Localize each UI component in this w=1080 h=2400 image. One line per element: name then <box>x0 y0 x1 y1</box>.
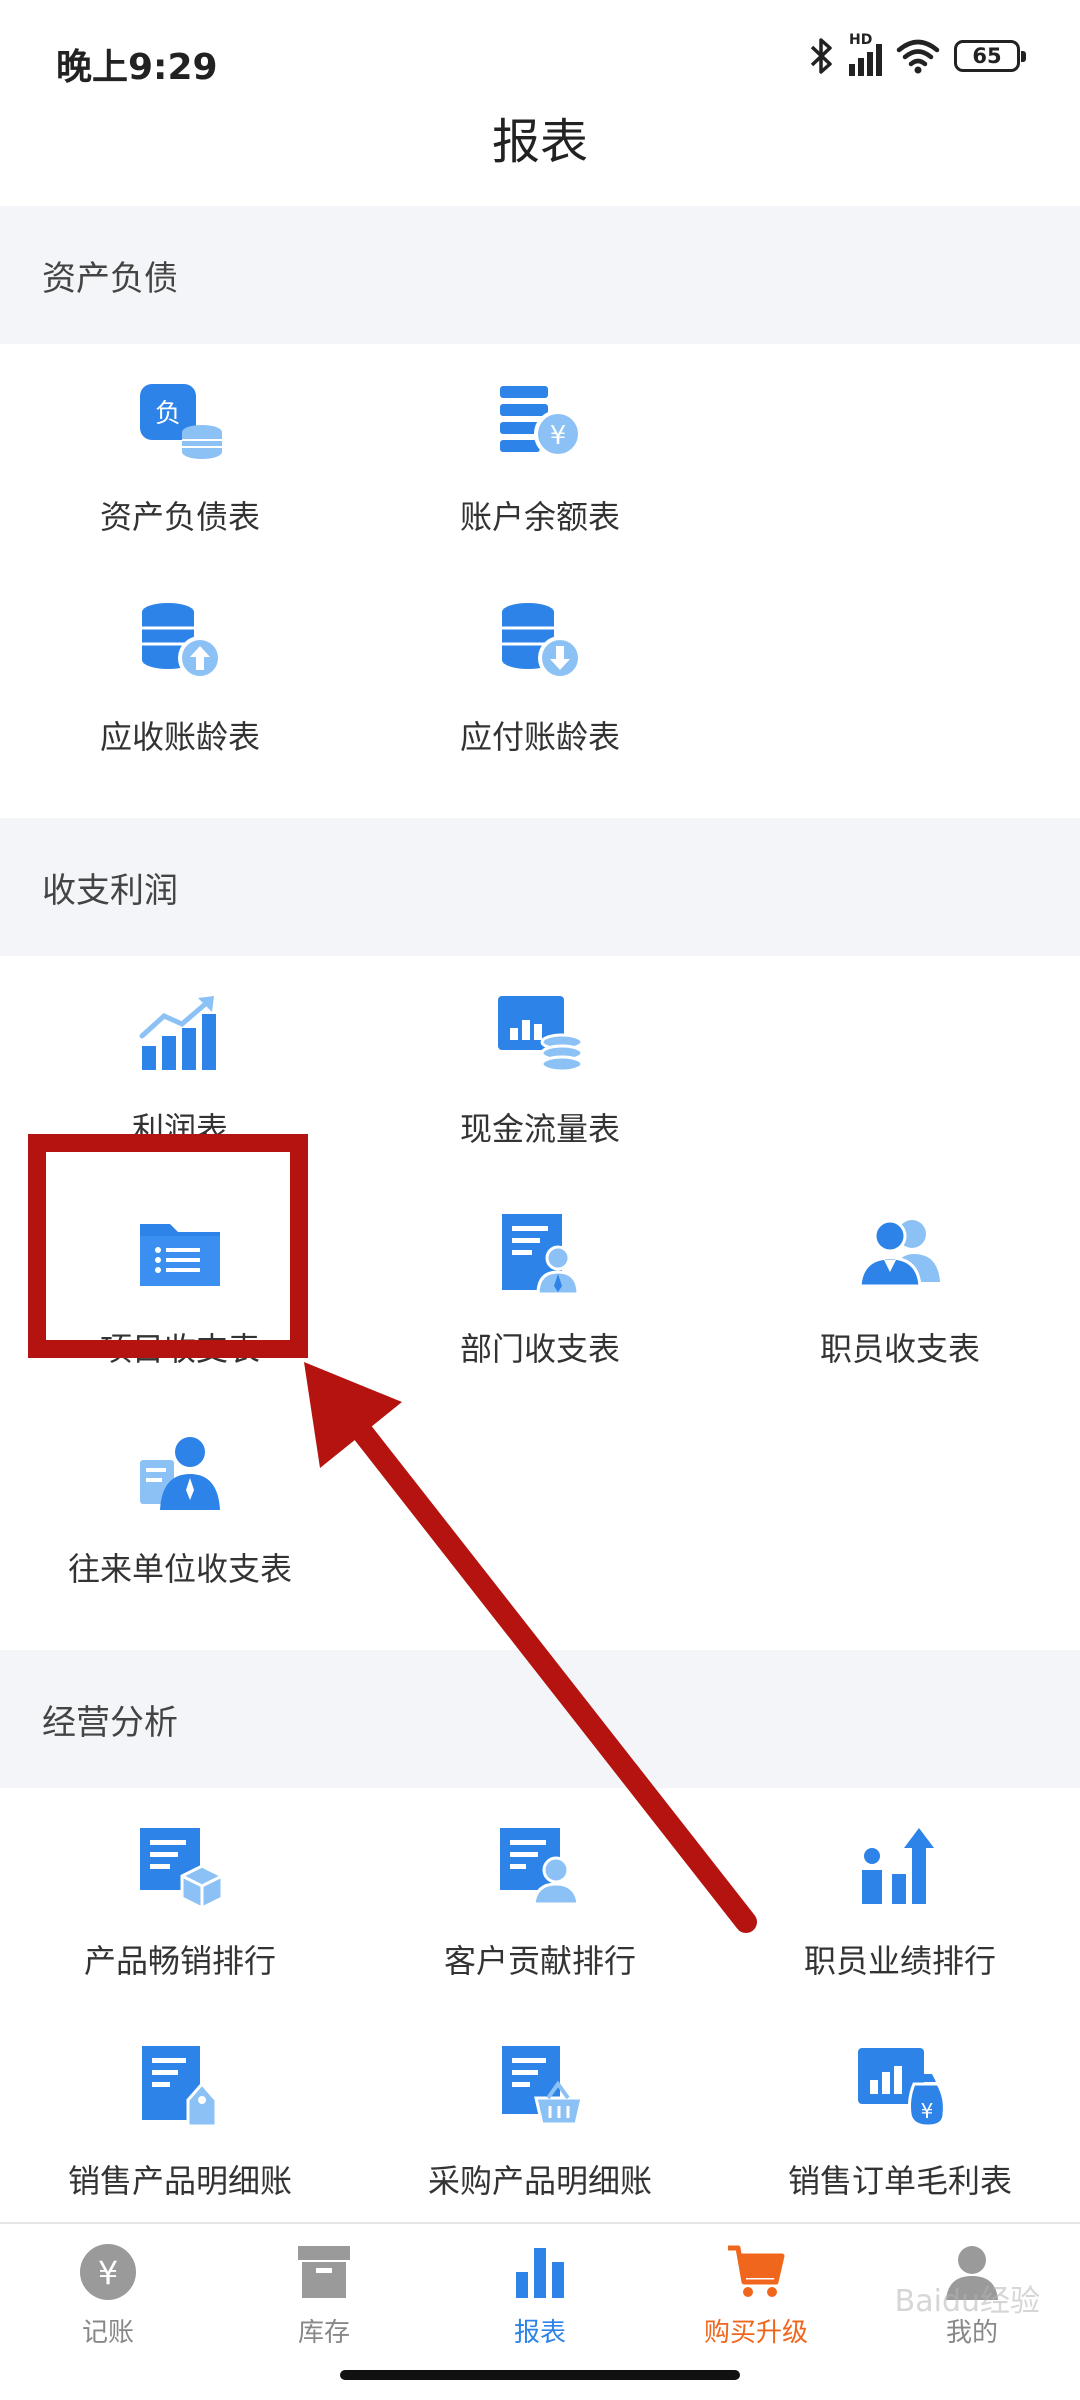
report-item-staff-income[interactable]: 职员收支表 <box>720 1200 1080 1420</box>
home-indicator[interactable] <box>340 2370 740 2380</box>
inventory-box-icon <box>298 2246 350 2298</box>
receivable-up-icon <box>132 594 228 690</box>
payable-down-icon <box>492 594 588 690</box>
staff-performance-icon <box>852 1818 948 1914</box>
report-label: 应付账龄表 <box>459 718 620 756</box>
svg-text:¥: ¥ <box>98 2254 118 2292</box>
product-box-icon <box>132 1818 228 1914</box>
section-business: 产品畅销排行 客户贡献排行 职员业绩排行 销售产品明细账 采购产品明细账 ¥ 销… <box>0 1788 1080 2222</box>
section-header-income: 收支利润 <box>0 818 1080 956</box>
profit-chart-icon <box>132 986 228 1082</box>
grid-spacer <box>720 980 1080 1200</box>
report-item-sales-detail[interactable]: 销售产品明细账 <box>0 2032 360 2222</box>
customer-doc-icon <box>492 1818 588 1914</box>
liability-coins-icon: 负 <box>132 374 228 470</box>
report-label: 部门收支表 <box>459 1330 620 1368</box>
section-header-business: 经营分析 <box>0 1650 1080 1788</box>
report-item-balance-sheet[interactable]: 负 资产负债表 <box>0 368 360 588</box>
report-item-partner-income[interactable]: 往来单位收支表 <box>0 1420 360 1640</box>
page-title: 报表 <box>491 114 588 170</box>
report-item-staff-performance[interactable]: 职员业绩排行 <box>720 1812 1080 2032</box>
status-icons: HD 65 <box>809 32 1026 76</box>
network-type: HD <box>849 32 873 48</box>
partner-person-icon <box>132 1426 228 1522</box>
tab-label: 报表 <box>513 2318 566 2348</box>
report-item-account-balance[interactable]: ¥ 账户余额表 <box>360 368 720 588</box>
sales-tag-icon <box>132 2038 228 2134</box>
department-doc-icon <box>492 1206 588 1302</box>
section-header-assets: 资产负债 <box>0 206 1080 344</box>
report-label: 项目收支表 <box>99 1330 260 1368</box>
status-time: 晚上9:29 <box>56 47 218 88</box>
report-label: 资产负债表 <box>99 498 260 536</box>
svg-text:¥: ¥ <box>921 2099 934 2123</box>
report-label: 职员收支表 <box>819 1330 980 1368</box>
grid-spacer <box>720 368 1080 588</box>
wifi-icon <box>896 39 940 74</box>
report-item-product-ranking[interactable]: 产品畅销排行 <box>0 1812 360 2032</box>
staff-group-icon <box>852 1206 948 1302</box>
report-item-project-income[interactable]: 项目收支表 <box>0 1200 360 1420</box>
cart-icon <box>728 2245 785 2297</box>
report-label: 产品畅销排行 <box>83 1942 276 1980</box>
report-label: 往来单位收支表 <box>67 1550 292 1588</box>
order-profit-icon: ¥ <box>852 2038 948 2134</box>
svg-text:¥: ¥ <box>550 421 567 451</box>
report-label: 客户贡献排行 <box>443 1942 636 1980</box>
svg-text:负: 负 <box>155 399 181 429</box>
tab-label: 记账 <box>81 2318 134 2348</box>
status-bar: 晚上9:29 HD 65 <box>0 0 1080 110</box>
report-item-receivable-aging[interactable]: 应收账龄表 <box>0 588 360 808</box>
yuan-circle-icon: ¥ <box>80 2244 136 2300</box>
report-label: 销售订单毛利表 <box>787 2162 1012 2200</box>
report-item-purchase-detail[interactable]: 采购产品明细账 <box>360 2032 720 2222</box>
tab-label: 库存 <box>297 2318 350 2348</box>
report-item-department-income[interactable]: 部门收支表 <box>360 1200 720 1420</box>
report-label: 账户余额表 <box>459 498 620 536</box>
report-label: 职员业绩排行 <box>803 1942 996 1980</box>
bluetooth-icon <box>810 38 832 74</box>
tab-label: 购买升级 <box>703 2318 808 2348</box>
report-item-cashflow[interactable]: 现金流量表 <box>360 980 720 1200</box>
report-label: 销售产品明细账 <box>67 2162 292 2200</box>
report-item-profit[interactable]: 利润表 <box>0 980 360 1200</box>
purchase-basket-icon <box>492 2038 588 2134</box>
battery-level: 65 <box>972 44 1002 68</box>
report-label: 应收账龄表 <box>99 718 260 756</box>
bar-chart-icon <box>516 2248 564 2298</box>
watermark: Baidu经验 <box>894 2284 1040 2319</box>
report-label: 现金流量表 <box>459 1110 620 1148</box>
report-item-customer-ranking[interactable]: 客户贡献排行 <box>360 1812 720 2032</box>
report-label: 采购产品明细账 <box>427 2162 652 2200</box>
reports-scroll[interactable]: 资产负债 负 资产负债表 ¥ 账户余额表 应收账龄表 应付账龄表 收支利润 利润… <box>0 206 1080 2222</box>
cashflow-icon <box>492 986 588 1082</box>
signal-icon: HD <box>849 32 882 76</box>
section-assets: 负 资产负债表 ¥ 账户余额表 应收账龄表 应付账龄表 <box>0 344 1080 818</box>
report-item-order-profit[interactable]: ¥ 销售订单毛利表 <box>720 2032 1080 2222</box>
account-yuan-icon: ¥ <box>492 374 588 470</box>
project-folder-icon <box>132 1206 228 1302</box>
report-label: 利润表 <box>131 1110 228 1148</box>
section-income: 利润表 现金流量表 项目收支表 部门收支表 职员收支表 往来单位收支表 <box>0 956 1080 1650</box>
battery-icon: 65 <box>954 40 1026 72</box>
report-item-payable-aging[interactable]: 应付账龄表 <box>360 588 720 808</box>
tab-bookkeeping[interactable]: ¥ 记账 <box>0 2224 216 2400</box>
